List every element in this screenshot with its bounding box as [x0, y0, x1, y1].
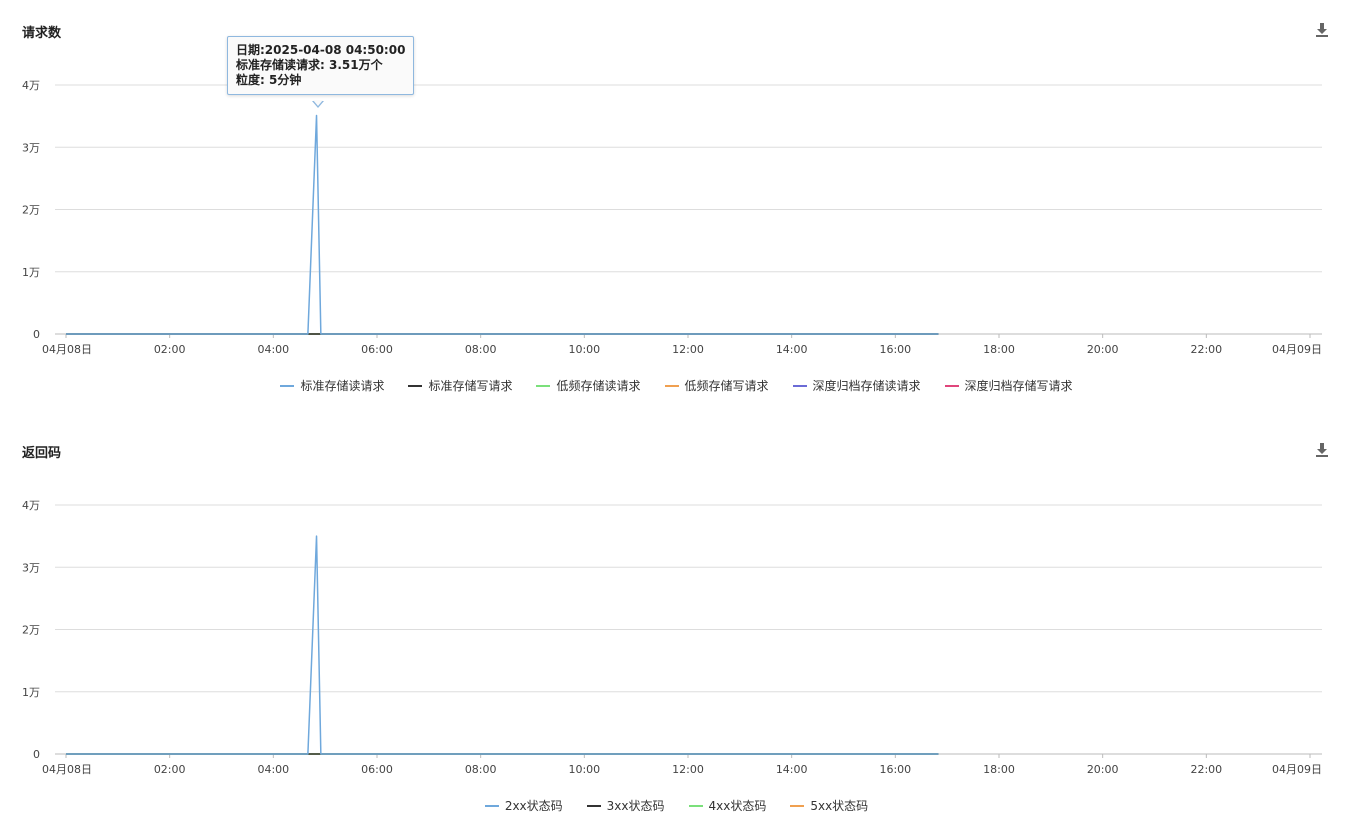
- x-tick-label: 04月08日: [42, 763, 92, 776]
- legend-label: 深度归档存储读请求: [812, 379, 921, 393]
- series-line[interactable]: [66, 535, 939, 755]
- legend-swatch: [792, 384, 807, 387]
- legend-item[interactable]: 深度归档存储写请求: [944, 377, 1073, 394]
- x-tick-label: 22:00: [1190, 763, 1222, 776]
- legend-label: 3xx状态码: [606, 799, 665, 813]
- legend-swatch: [280, 384, 295, 387]
- x-tick-label: 16:00: [879, 343, 911, 356]
- x-tick-label: 20:00: [1087, 343, 1119, 356]
- legend-item[interactable]: 5xx状态码: [790, 797, 868, 814]
- y-tick-label: 0: [33, 748, 40, 761]
- tooltip-granularity: 粒度: 5分钟: [236, 73, 302, 87]
- y-tick-label: 2万: [22, 204, 40, 217]
- legend-item[interactable]: 2xx状态码: [484, 797, 563, 814]
- legend-item[interactable]: 低频存储读请求: [536, 377, 641, 394]
- tooltip-value: 标准存储读请求: 3.51万个: [236, 58, 383, 72]
- x-tick-label: 14:00: [776, 343, 808, 356]
- x-tick-label: 14:00: [776, 763, 808, 776]
- requests-legend: 标准存储读请求 标准存储写请求 低频存储读请求 低频存储写请求 深度归档存储读请求 深度归…: [0, 377, 1353, 394]
- y-tick-label: 4万: [22, 79, 40, 92]
- tooltip-date: 日期:2025-04-08 04:50:00: [236, 43, 406, 57]
- legend-swatch: [484, 804, 499, 807]
- x-tick-label: 18:00: [983, 763, 1015, 776]
- x-tick-label: 04:00: [257, 763, 289, 776]
- x-tick-label: 02:00: [154, 343, 186, 356]
- legend-item[interactable]: 标准存储读请求: [280, 377, 384, 394]
- legend-item[interactable]: 低频存储写请求: [664, 377, 769, 394]
- legend-item[interactable]: 4xx状态码: [688, 797, 767, 814]
- x-tick-label: 18:00: [983, 343, 1015, 356]
- x-tick-label: 08:00: [465, 343, 497, 356]
- x-tick-label: 12:00: [672, 763, 704, 776]
- x-tick-label: 16:00: [879, 763, 911, 776]
- x-tick-label: 04月08日: [42, 343, 92, 356]
- tooltip-arrow-inner: [313, 100, 323, 106]
- series-line[interactable]: [66, 114, 939, 335]
- x-tick-label: 04月09日: [1272, 343, 1322, 356]
- y-tick-label: 0: [33, 328, 40, 341]
- legend-label: 5xx状态码: [810, 799, 869, 813]
- x-tick-label: 02:00: [154, 763, 186, 776]
- status-code-legend: 2xx状态码 3xx状态码 4xx状态码 5xx状态码: [0, 797, 1353, 814]
- legend-swatch: [944, 384, 959, 387]
- y-tick-label: 1万: [22, 686, 40, 699]
- legend-swatch: [790, 804, 805, 807]
- legend-label: 深度归档存储写请求: [964, 379, 1073, 393]
- x-tick-label: 06:00: [361, 763, 393, 776]
- y-tick-label: 1万: [22, 266, 40, 279]
- x-tick-label: 04:00: [257, 343, 289, 356]
- legend-swatch: [664, 384, 679, 387]
- y-tick-label: 3万: [22, 561, 40, 574]
- legend-item[interactable]: 深度归档存储读请求: [792, 377, 921, 394]
- status-code-panel: 返回码 0 1万 2万 3万 4万 04月08日 02:00 04:00 06:00 08:00 1…: [0, 420, 1353, 840]
- x-tick-label: 10:00: [568, 763, 600, 776]
- x-tick-label: 10:00: [568, 343, 600, 356]
- y-tick-label: 4万: [22, 499, 40, 512]
- status-code-chart: 0 1万 2万 3万 4万 04月08日 02:00 04:00 06:00 08:00 10:00…: [22, 499, 1322, 776]
- requests-panel: 请求数 0 1万 2万 3万 4万 04月08日 02:00 04:00 06:00 08:00 1…: [0, 0, 1353, 420]
- legend-label: 低频存储写请求: [684, 379, 769, 393]
- legend-label: 低频存储读请求: [556, 379, 641, 393]
- legend-item[interactable]: 标准存储写请求: [408, 377, 512, 394]
- x-tick-label: 06:00: [361, 343, 393, 356]
- legend-swatch: [688, 804, 703, 807]
- x-tick-label: 12:00: [672, 343, 704, 356]
- legend-label: 2xx状态码: [504, 799, 563, 813]
- x-tick-label: 08:00: [465, 763, 497, 776]
- y-tick-label: 3万: [22, 141, 40, 154]
- legend-item[interactable]: 3xx状态码: [586, 797, 665, 814]
- requests-chart: 0 1万 2万 3万 4万 04月08日 02:00 04:00 06:00 08:00 10:00…: [22, 79, 1322, 356]
- x-tick-label: 04月09日: [1272, 763, 1322, 776]
- legend-swatch: [586, 804, 601, 807]
- y-tick-label: 2万: [22, 624, 40, 637]
- legend-label: 标准存储写请求: [428, 379, 513, 393]
- legend-label: 4xx状态码: [708, 799, 767, 813]
- chart-tooltip: 日期:2025-04-08 04:50:00 标准存储读请求: 3.51万个 粒…: [227, 36, 415, 95]
- x-tick-label: 22:00: [1190, 343, 1222, 356]
- legend-swatch: [536, 384, 551, 387]
- legend-swatch: [408, 384, 423, 387]
- legend-label: 标准存储读请求: [300, 379, 385, 393]
- x-tick-label: 20:00: [1087, 763, 1119, 776]
